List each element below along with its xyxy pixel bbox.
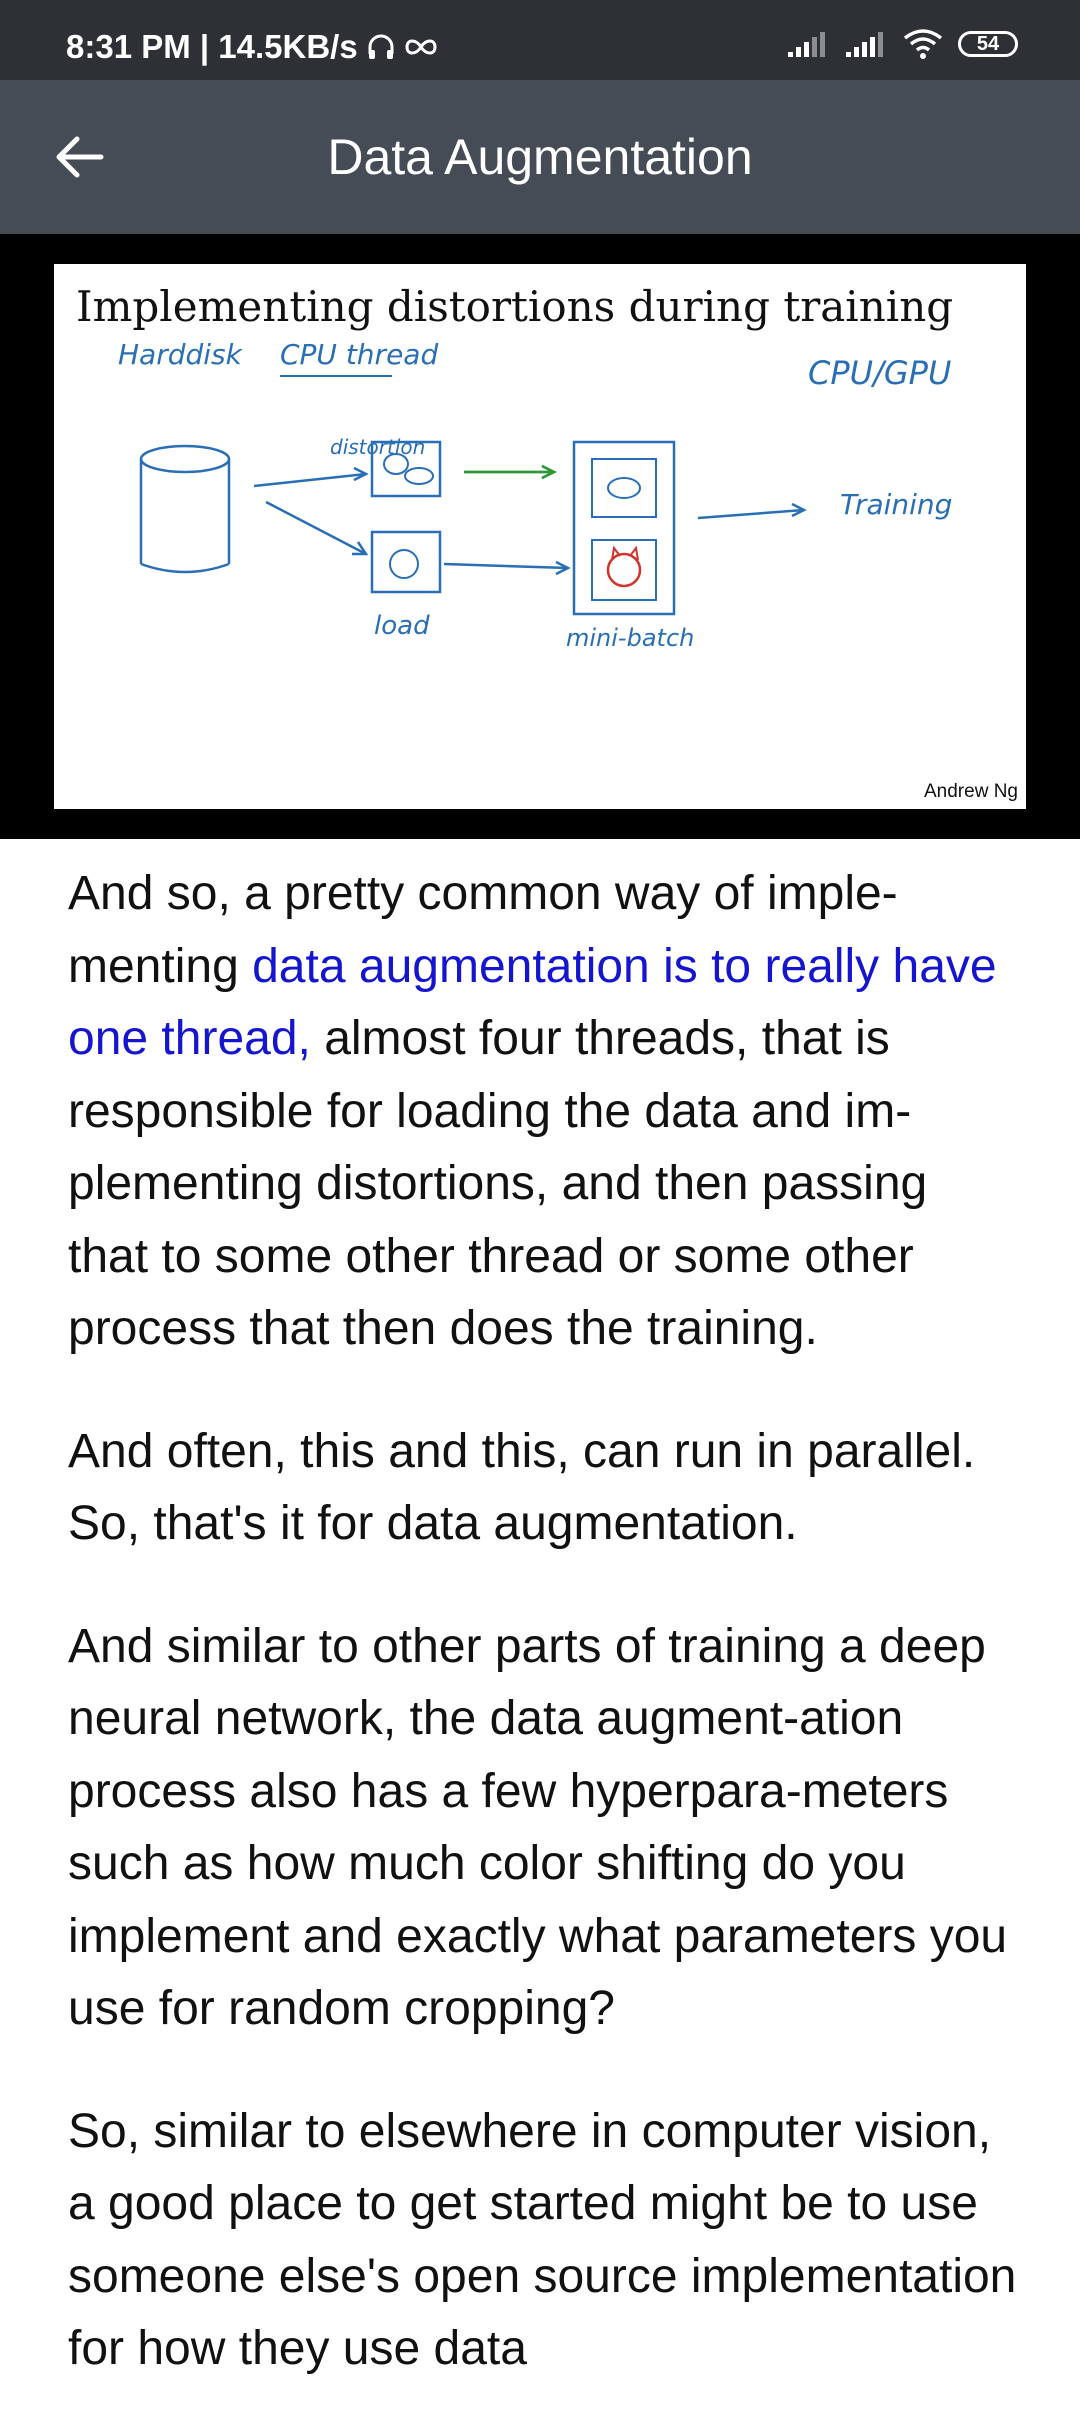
status-time-speed: 8:31 PM | 14.5KB/s [66, 28, 358, 65]
signal-icon-1 [788, 32, 825, 57]
label-mini-batch: mini-batch [566, 624, 694, 652]
thread-box-bottom [370, 530, 442, 594]
status-bar: 8:31 PM | 14.5KB/s 54 [0, 0, 1080, 80]
transcript: And so, a pretty common way of imple-men… [68, 858, 1018, 2436]
label-training: Training [840, 488, 952, 521]
infinity-icon [405, 39, 437, 55]
transcript-paragraph: And so, a pretty common way of imple-men… [68, 867, 997, 1355]
label-cpu-gpu: CPU/GPU [808, 354, 951, 392]
harddisk-cylinder [139, 444, 231, 574]
label-harddisk: Harddisk [118, 338, 244, 371]
wifi-icon [903, 29, 943, 59]
status-right: 54 [786, 28, 1018, 60]
status-left: 8:31 PM | 14.5KB/s [66, 28, 438, 66]
app-bar: Data Augmentation [0, 80, 1080, 234]
signal-icon-2 [846, 32, 883, 57]
slide-diagram: Harddisk CPU thread distortion CPU/GPU T… [118, 338, 952, 652]
mini-batch-container [572, 440, 676, 616]
video-player[interactable]: Implementing distortions during training… [0, 234, 1080, 839]
transcript-paragraph: And often, this and this, can run in par… [68, 1424, 976, 1551]
transcript-paragraph: And similar to other parts of training a… [68, 1619, 1008, 2036]
lecture-slide: Implementing distortions during training… [54, 264, 1026, 809]
page-title: Data Augmentation [327, 129, 753, 185]
battery-level: 54 [976, 32, 1000, 55]
label-cpu-thread: CPU thread [280, 338, 438, 371]
transcript-paragraph: So, similar to elsewhere in computer vis… [68, 2104, 1017, 2376]
slide-credit: Andrew Ng [924, 781, 1018, 802]
battery-indicator: 54 [958, 31, 1018, 57]
label-load: load [374, 611, 430, 641]
label-distortion: distortion [330, 435, 425, 459]
headphones-icon [368, 34, 394, 59]
